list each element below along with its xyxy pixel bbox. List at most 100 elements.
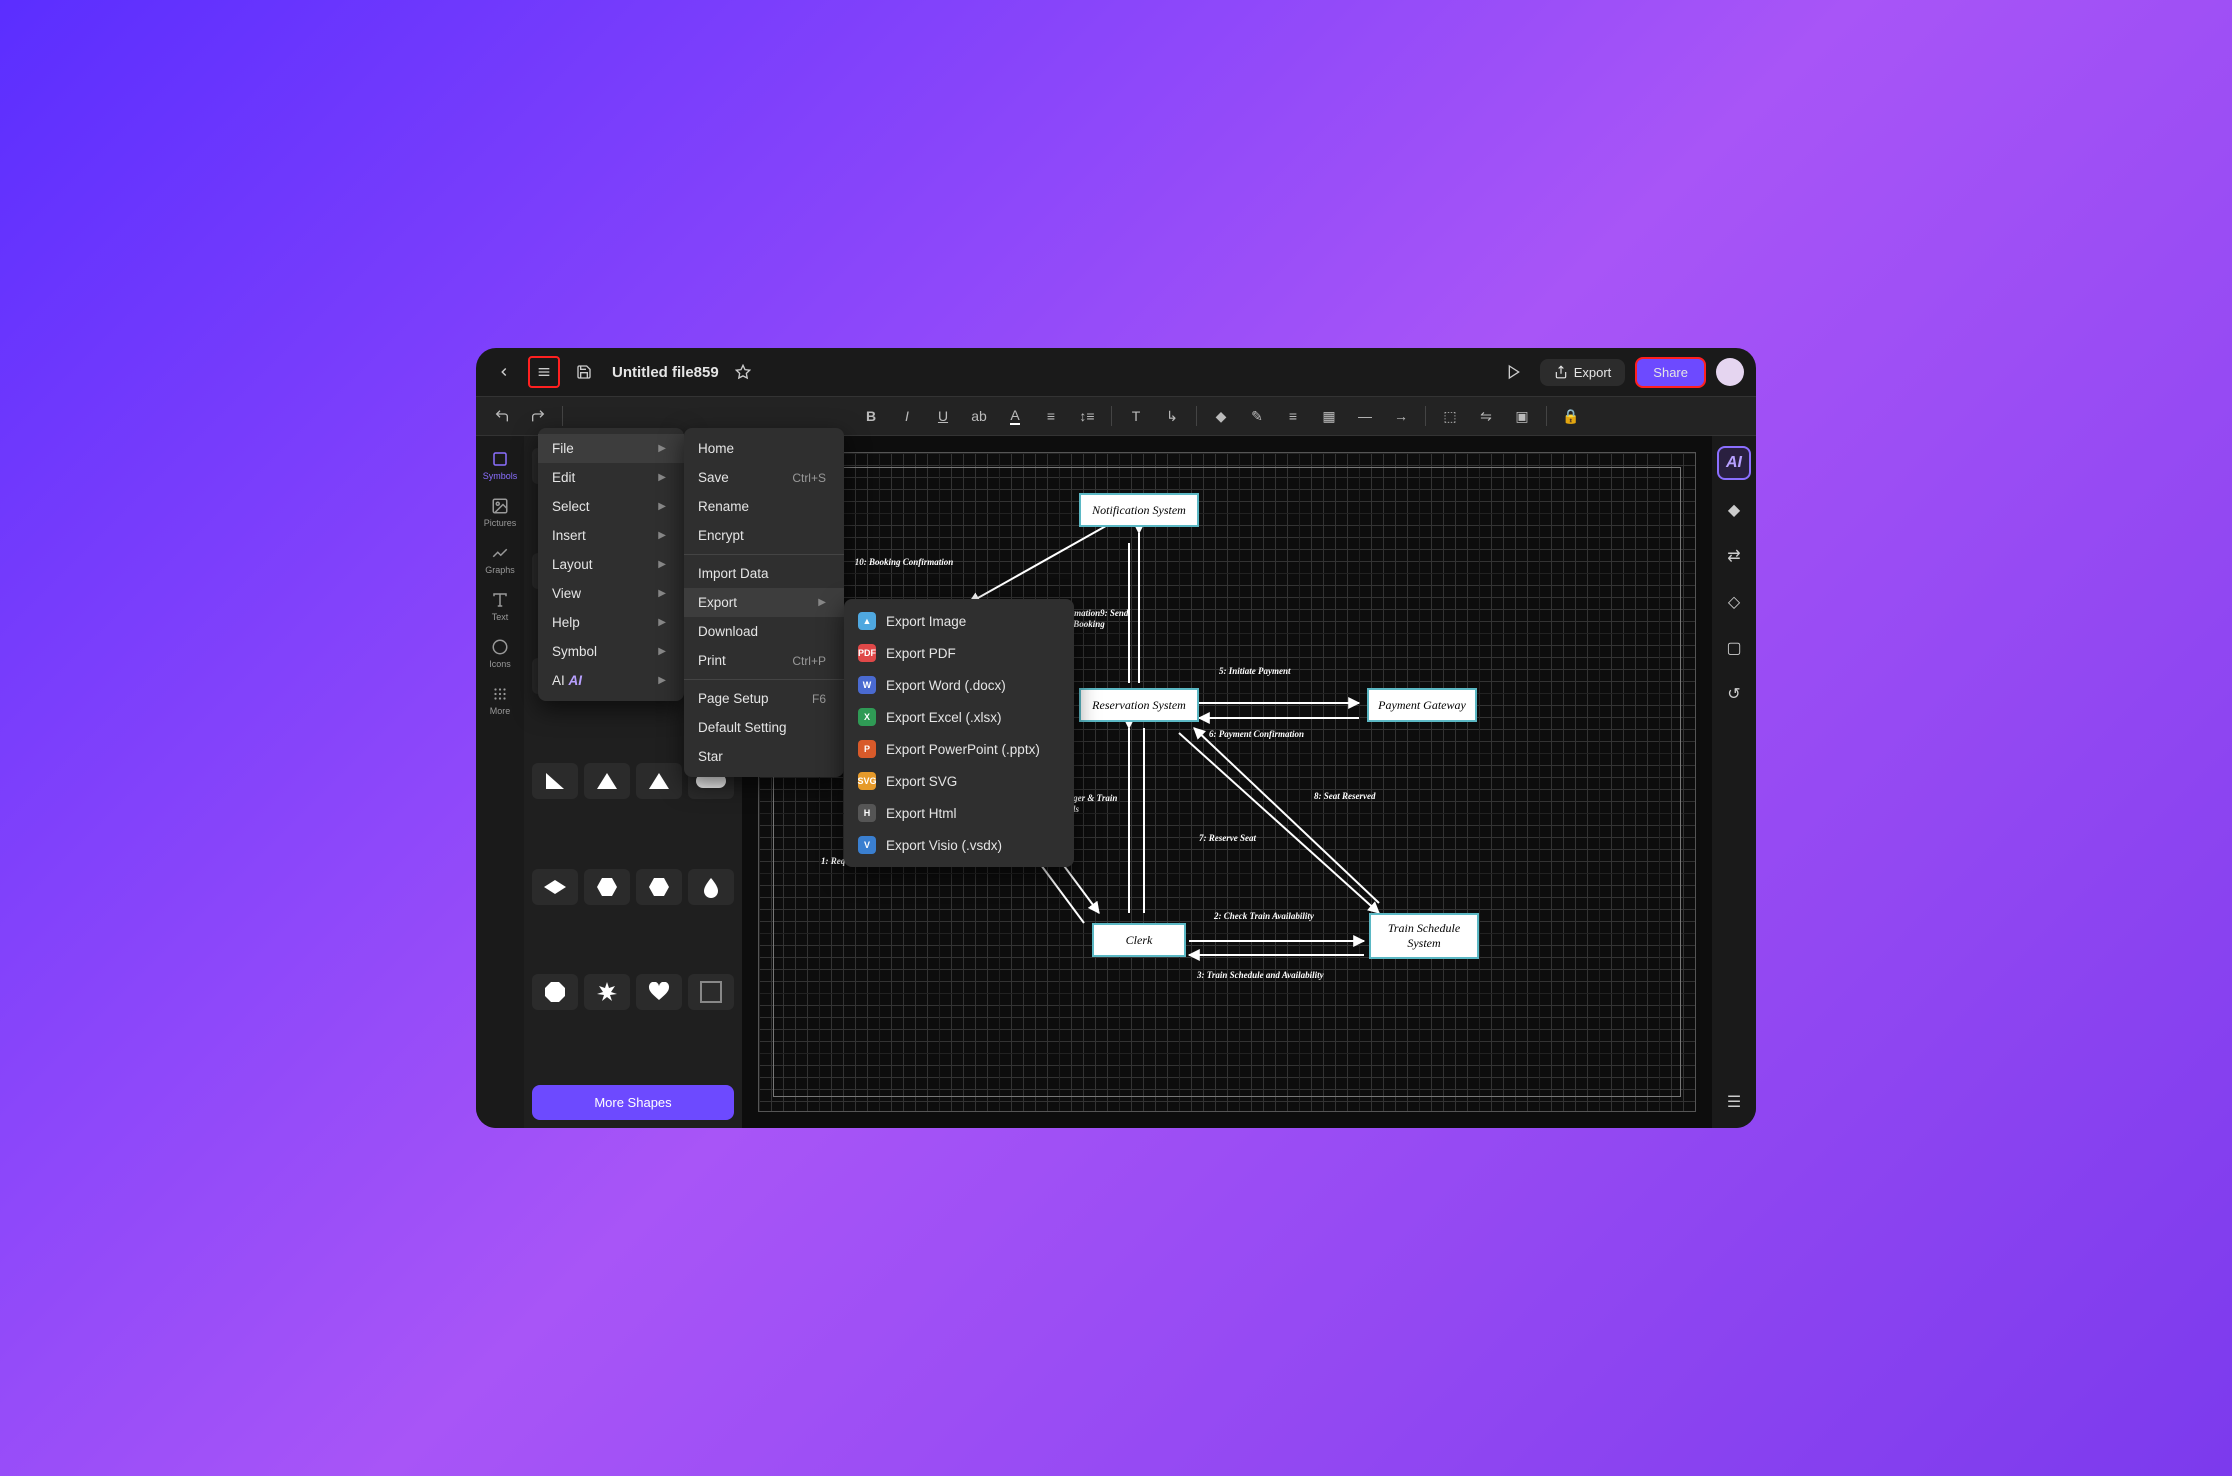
file-submenu: Home SaveCtrl+S Rename Encrypt Import Da…	[684, 428, 844, 777]
italic-button[interactable]: I	[891, 401, 923, 431]
node-clerk[interactable]: Clerk	[1092, 923, 1186, 957]
line-dashed-button[interactable]: ▦	[1313, 401, 1345, 431]
arrow-style-button[interactable]: →	[1385, 401, 1417, 431]
share-button[interactable]: Share	[1635, 357, 1706, 388]
rail-icons[interactable]: Icons	[478, 632, 522, 675]
export-html[interactable]: HExport Html	[844, 797, 1074, 829]
fill-button[interactable]: ◆	[1205, 401, 1237, 431]
node-notification[interactable]: Notification System	[1079, 493, 1199, 527]
chevron-right-icon: ▶	[658, 501, 666, 512]
paint-bucket-icon[interactable]: ◆	[1718, 494, 1750, 526]
label-5: 5: Initiate Payment	[1219, 666, 1291, 677]
right-rail: AI ◆ ⇄ ◇ ▢ ↺ ☰	[1712, 436, 1756, 1128]
align-button[interactable]: ≡	[1035, 401, 1067, 431]
redo-button[interactable]	[522, 401, 554, 431]
shape-right-triangle[interactable]	[532, 763, 578, 799]
file-save[interactable]: SaveCtrl+S	[684, 463, 844, 492]
hamburger-menu-button[interactable]	[528, 356, 560, 388]
shape-heart[interactable]	[636, 974, 682, 1010]
save-icon[interactable]	[568, 356, 600, 388]
group-button[interactable]: ▣	[1506, 401, 1538, 431]
shapes-icon[interactable]: ◇	[1718, 586, 1750, 618]
more-shapes-button[interactable]: More Shapes	[532, 1085, 734, 1120]
shape-drop[interactable]	[688, 869, 734, 905]
file-encrypt[interactable]: Encrypt	[684, 521, 844, 550]
shape-diamond[interactable]	[532, 869, 578, 905]
export-button[interactable]: Export	[1540, 359, 1626, 386]
filename[interactable]: Untitled file859	[612, 364, 719, 381]
menu-file[interactable]: File▶	[538, 434, 684, 463]
play-icon[interactable]	[1498, 356, 1530, 388]
file-star[interactable]: Star	[684, 742, 844, 771]
lock-button[interactable]: 🔒	[1555, 401, 1587, 431]
underline-button[interactable]: U	[927, 401, 959, 431]
menu-select[interactable]: Select▶	[538, 492, 684, 521]
file-rename[interactable]: Rename	[684, 492, 844, 521]
flip-button[interactable]: ⇋	[1470, 401, 1502, 431]
shape-octagon[interactable]	[532, 974, 578, 1010]
export-svg[interactable]: SVGExport SVG	[844, 765, 1074, 797]
label-7: 7: Reserve Seat	[1199, 833, 1256, 844]
back-button[interactable]	[488, 356, 520, 388]
menu-edit[interactable]: Edit▶	[538, 463, 684, 492]
file-page-setup[interactable]: Page SetupF6	[684, 684, 844, 713]
left-rail: Symbols Pictures Graphs Text Icons More	[476, 436, 524, 1128]
swap-icon[interactable]: ⇄	[1718, 540, 1750, 572]
layers-button[interactable]: ⬚	[1434, 401, 1466, 431]
chevron-right-icon: ▶	[658, 588, 666, 599]
avatar[interactable]	[1716, 358, 1744, 386]
shape-hexagon-2[interactable]	[636, 869, 682, 905]
brush-button[interactable]: ✎	[1241, 401, 1273, 431]
line-spacing-button[interactable]: ↕≡	[1071, 401, 1103, 431]
text-case-button[interactable]: ab	[963, 401, 995, 431]
file-home[interactable]: Home	[684, 434, 844, 463]
shape-triangle-3[interactable]	[584, 763, 630, 799]
rail-text[interactable]: Text	[478, 585, 522, 628]
text-tool-button[interactable]: T	[1120, 401, 1152, 431]
rail-pictures[interactable]: Pictures	[478, 491, 522, 534]
main-menu: File▶ Edit▶ Select▶ Insert▶ Layout▶ View…	[538, 428, 684, 701]
export-ppt[interactable]: PExport PowerPoint (.pptx)	[844, 733, 1074, 765]
menu-symbol[interactable]: Symbol▶	[538, 637, 684, 666]
ai-button[interactable]: AI	[1717, 446, 1751, 480]
app-window: Untitled file859 Export Share B I U ab A	[476, 348, 1756, 1128]
file-export[interactable]: Export▶	[684, 588, 844, 617]
text-color-button[interactable]: A	[999, 401, 1031, 431]
star-icon[interactable]	[727, 356, 759, 388]
share-button-label: Share	[1653, 365, 1688, 380]
label-10: 10: Booking Confirmation	[839, 557, 969, 568]
rail-symbols[interactable]: Symbols	[478, 444, 522, 487]
rail-graphs[interactable]: Graphs	[478, 538, 522, 581]
file-default-setting[interactable]: Default Setting	[684, 713, 844, 742]
line-style-button[interactable]: ≡	[1277, 401, 1309, 431]
line-weight-button[interactable]: —	[1349, 401, 1381, 431]
menu-layout[interactable]: Layout▶	[538, 550, 684, 579]
file-download[interactable]: Download	[684, 617, 844, 646]
menu-view[interactable]: View▶	[538, 579, 684, 608]
shape-hexagon[interactable]	[584, 869, 630, 905]
connector-button[interactable]: ↳	[1156, 401, 1188, 431]
shape-triangle-4[interactable]	[636, 763, 682, 799]
file-import-data[interactable]: Import Data	[684, 559, 844, 588]
export-visio[interactable]: VExport Visio (.vsdx)	[844, 829, 1074, 861]
menu-ai[interactable]: AI AI▶	[538, 666, 684, 695]
present-icon[interactable]: ▢	[1718, 632, 1750, 664]
node-reservation[interactable]: Reservation System	[1079, 688, 1199, 722]
shape-square-outline[interactable]	[688, 974, 734, 1010]
export-excel[interactable]: XExport Excel (.xlsx)	[844, 701, 1074, 733]
export-pdf[interactable]: PDFExport PDF	[844, 637, 1074, 669]
shape-burst[interactable]	[584, 974, 630, 1010]
export-image[interactable]: ▲Export Image	[844, 605, 1074, 637]
menu-help[interactable]: Help▶	[538, 608, 684, 637]
menu-insert[interactable]: Insert▶	[538, 521, 684, 550]
rail-more[interactable]: More	[478, 679, 522, 722]
node-payment[interactable]: Payment Gateway	[1367, 688, 1477, 722]
label-2: 2: Check Train Availability	[1214, 911, 1314, 922]
node-train[interactable]: Train Schedule System	[1369, 913, 1479, 959]
export-word[interactable]: WExport Word (.docx)	[844, 669, 1074, 701]
settings-list-icon[interactable]: ☰	[1718, 1086, 1750, 1118]
bold-button[interactable]: B	[855, 401, 887, 431]
history-icon[interactable]: ↺	[1718, 678, 1750, 710]
undo-button[interactable]	[486, 401, 518, 431]
file-print[interactable]: PrintCtrl+P	[684, 646, 844, 675]
